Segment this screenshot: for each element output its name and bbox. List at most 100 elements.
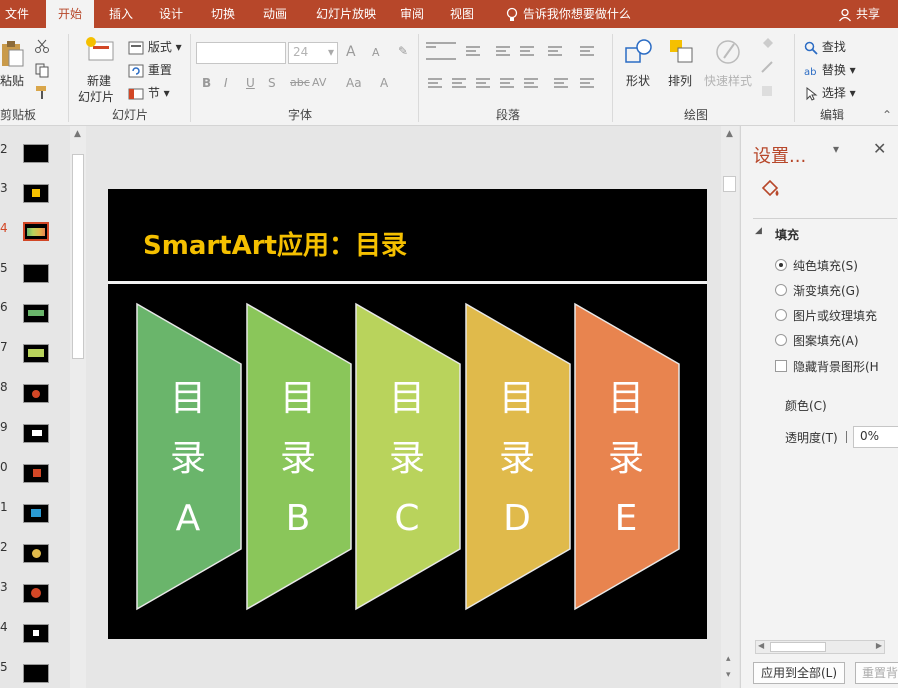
pattern-fill-radio[interactable] [775, 334, 787, 346]
slide-thumbnail[interactable] [23, 424, 49, 443]
change-case-button[interactable]: Aa [346, 76, 362, 90]
shapes-label[interactable]: 形状 [626, 72, 650, 89]
shadow-button[interactable]: S [268, 76, 276, 90]
hide-background-label[interactable]: 隐藏背景图形(H [793, 358, 897, 375]
apply-to-all-button[interactable]: 应用到全部(L) [753, 662, 845, 684]
solid-fill-radio[interactable] [775, 259, 787, 271]
thumbnail-scroll-thumb[interactable] [72, 154, 84, 359]
quick-styles-label[interactable]: 快速样式 [704, 72, 752, 89]
replace-button[interactable]: ab 替换 ▾ [804, 61, 856, 78]
arrange-icon[interactable] [668, 38, 696, 66]
quick-styles-icon[interactable] [714, 38, 742, 66]
reset-background-button[interactable]: 重置背 [855, 662, 898, 684]
tab-slideshow[interactable]: 幻灯片放映 [306, 0, 386, 28]
columns-button[interactable] [554, 78, 568, 88]
align-left-button[interactable] [428, 78, 442, 88]
slide-thumbnail[interactable] [23, 464, 49, 483]
pane-options-icon[interactable]: ▾ [833, 142, 839, 156]
slide-thumbnail[interactable] [23, 184, 49, 203]
thumbnail-scrollbar[interactable]: ▲ [70, 126, 86, 688]
collapse-fill-icon[interactable]: ◢ [755, 226, 762, 236]
transparency-slider[interactable] [846, 431, 847, 443]
canvas-scrollbar[interactable]: ▲ ▴ ▾ [721, 126, 739, 688]
cut-icon[interactable] [34, 38, 50, 54]
tab-transitions[interactable]: 切换 [202, 0, 244, 28]
slide-thumbnail[interactable] [23, 344, 49, 363]
arrange-label[interactable]: 排列 [668, 72, 692, 89]
shrink-font-button[interactable]: A [372, 46, 380, 59]
select-button[interactable]: 选择 ▾ [804, 84, 856, 101]
tab-animations[interactable]: 动画 [254, 0, 296, 28]
layout-button[interactable]: 版式 ▾ [128, 38, 182, 55]
slide-thumbnail[interactable] [23, 544, 49, 563]
clear-format-icon[interactable]: ✎ [398, 44, 408, 58]
tab-design[interactable]: 设计 [150, 0, 192, 28]
tab-home[interactable]: 开始 [46, 0, 94, 28]
underline-button[interactable]: U [246, 76, 255, 90]
find-button[interactable]: 查找 [804, 38, 846, 55]
font-color-button[interactable]: A [380, 76, 388, 90]
shape-fill-icon[interactable] [760, 36, 776, 50]
share-button[interactable]: 共享 [838, 0, 880, 28]
line-spacing-button[interactable] [548, 46, 562, 56]
solid-fill-label[interactable]: 纯色填充(S) [793, 257, 858, 274]
shape-effects-icon[interactable] [760, 84, 776, 98]
bullets-button[interactable] [426, 42, 456, 60]
new-slide-icon[interactable] [85, 36, 115, 64]
picture-fill-radio[interactable] [775, 309, 787, 321]
pane-hscrollbar[interactable]: ◀ ▶ [755, 640, 885, 654]
shapes-icon[interactable] [624, 38, 654, 66]
fill-section-header[interactable]: 填充 [775, 226, 799, 243]
align-right-button[interactable] [476, 78, 490, 88]
section-button[interactable]: 节 ▾ [128, 84, 170, 101]
gradient-fill-radio[interactable] [775, 284, 787, 296]
tab-insert[interactable]: 插入 [100, 0, 142, 28]
shape-outline-icon[interactable] [760, 60, 776, 74]
font-name-combo[interactable] [196, 42, 286, 64]
justify-button[interactable] [500, 78, 514, 88]
new-slide-label-2[interactable]: 幻灯片 [78, 88, 114, 105]
close-icon[interactable]: ✕ [873, 139, 886, 158]
slide-thumbnail[interactable] [23, 384, 49, 403]
slide-thumbnail-active[interactable] [23, 222, 49, 241]
tab-review[interactable]: 审阅 [394, 0, 430, 28]
pattern-fill-label[interactable]: 图案填充(A) [793, 332, 859, 349]
tab-file[interactable]: 文件 [0, 0, 34, 28]
italic-button[interactable]: I [224, 76, 228, 90]
distribute-button[interactable] [524, 78, 538, 88]
new-slide-label-1[interactable]: 新建 [87, 72, 111, 89]
text-direction-button[interactable] [580, 46, 594, 56]
convert-smartart-button[interactable] [580, 78, 594, 88]
increase-indent-button[interactable] [520, 46, 534, 56]
slide-thumbnail[interactable] [23, 144, 49, 163]
slide-thumbnail[interactable] [23, 264, 49, 283]
picture-fill-label[interactable]: 图片或纹理填充 [793, 307, 897, 324]
char-spacing-button[interactable]: AV [312, 76, 326, 89]
slide-thumbnail[interactable] [23, 504, 49, 523]
numbering-button[interactable] [466, 46, 480, 56]
reset-button[interactable]: 重置 [128, 61, 172, 78]
hide-background-checkbox[interactable] [775, 360, 787, 372]
decrease-indent-button[interactable] [496, 46, 510, 56]
slide-thumbnail[interactable] [23, 664, 49, 683]
collapse-ribbon-icon[interactable]: ⌃ [882, 108, 892, 122]
bold-button[interactable]: B [202, 76, 211, 90]
fill-bucket-icon[interactable] [759, 178, 783, 200]
canvas-scroll-thumb[interactable] [723, 176, 736, 192]
font-size-combo[interactable]: 24 ▾ [288, 42, 338, 64]
tab-view[interactable]: 视图 [444, 0, 480, 28]
paste-label[interactable]: 粘贴 [0, 72, 24, 89]
copy-icon[interactable] [34, 62, 50, 78]
align-center-button[interactable] [452, 78, 466, 88]
paste-button[interactable] [0, 40, 24, 71]
slide-thumbnail[interactable] [23, 304, 49, 323]
tell-me-search[interactable]: 告诉我你想要做什么 [505, 0, 631, 28]
grow-font-button[interactable]: A [346, 44, 356, 60]
slide-thumbnail[interactable] [23, 584, 49, 603]
transparency-input[interactable]: 0% [853, 426, 898, 448]
slide-thumbnail[interactable] [23, 624, 49, 643]
format-painter-icon[interactable] [34, 84, 50, 100]
gradient-fill-label[interactable]: 渐变填充(G) [793, 282, 860, 299]
slide[interactable]: SmartArt应用：目录 目 录 A 目 录 B 目 录 C 目 录 D 目 … [108, 189, 707, 639]
strikethrough-button[interactable]: abc [290, 76, 310, 89]
